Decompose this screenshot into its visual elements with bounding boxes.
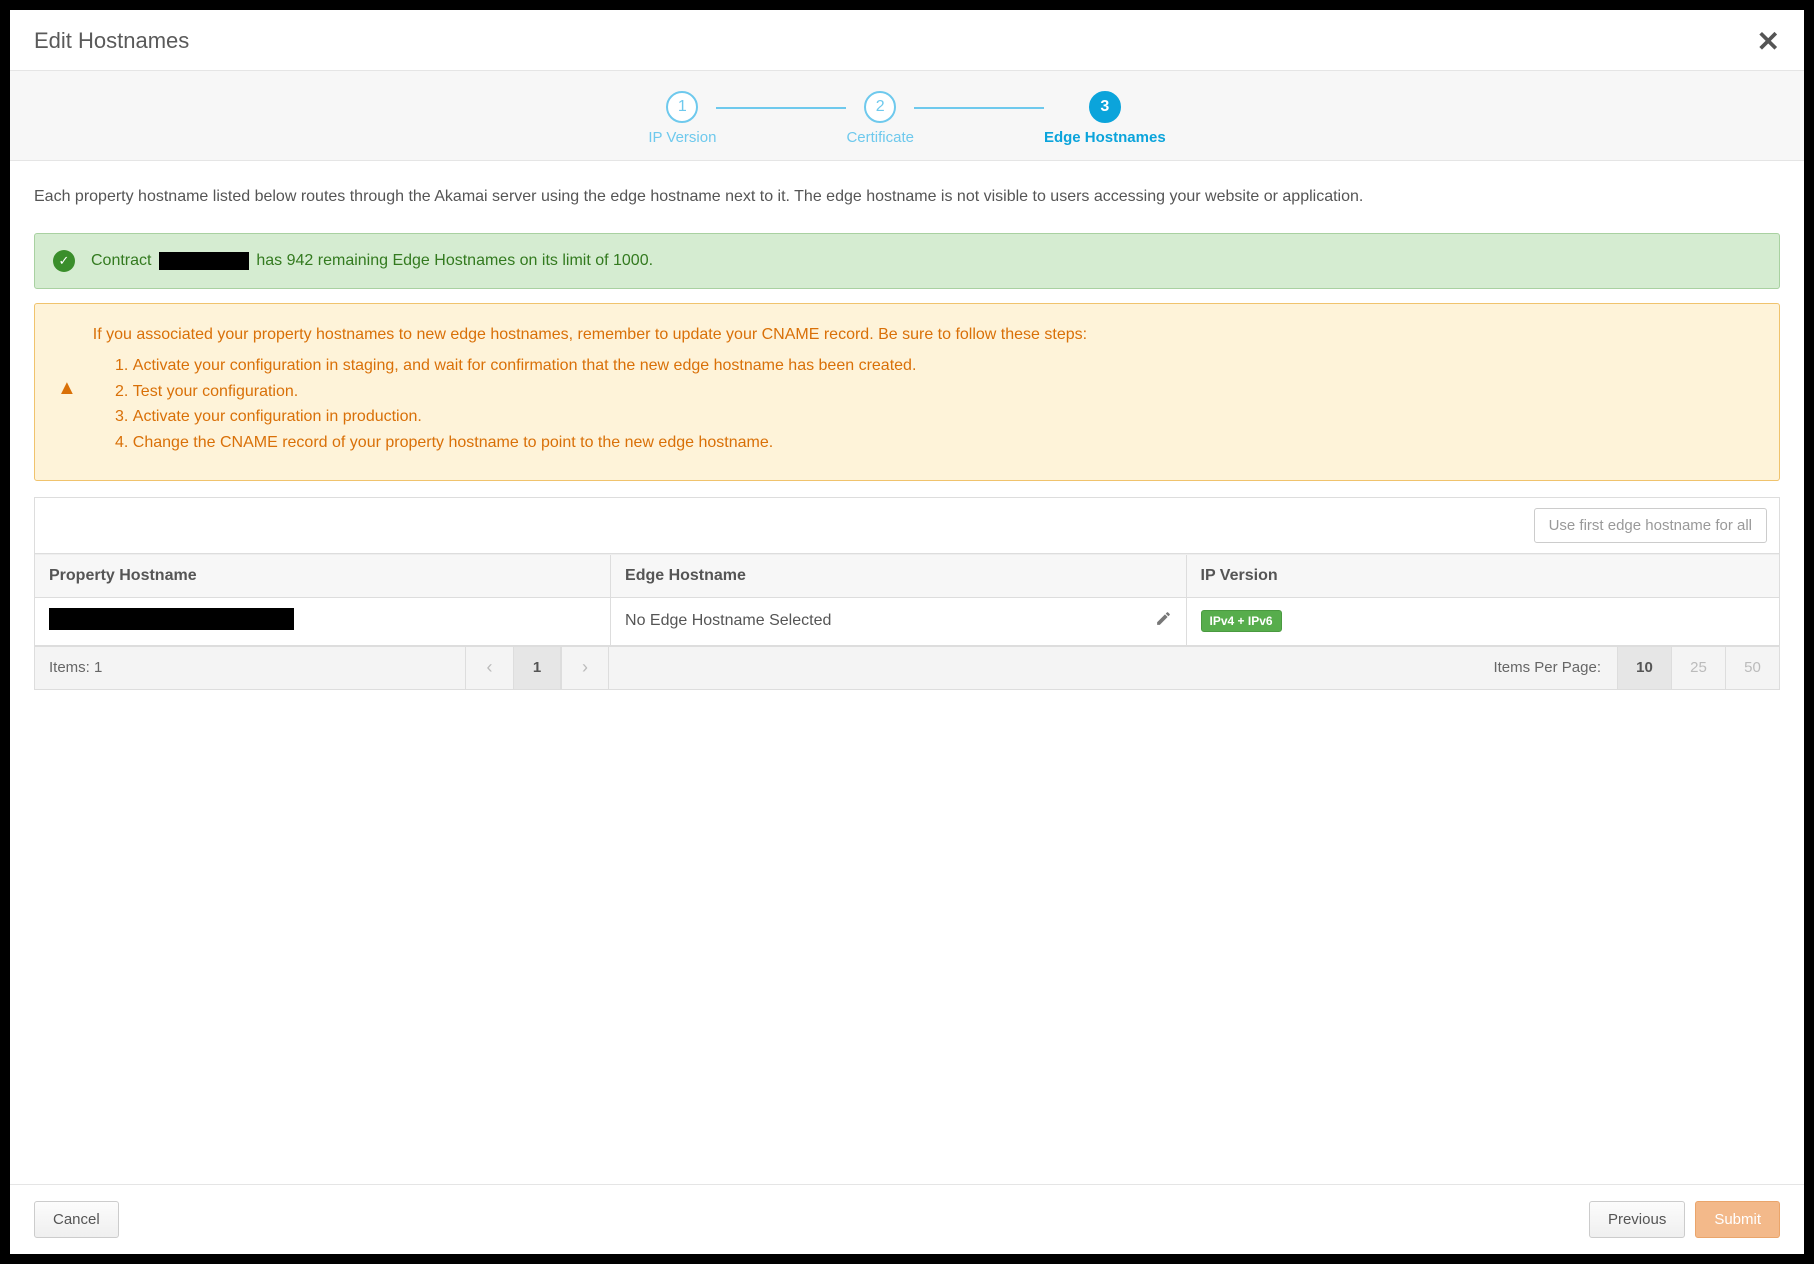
table-header-row: Property Hostname Edge Hostname IP Versi… [35,554,1779,597]
modal-header: Edit Hostnames ✕ [10,10,1804,71]
submit-button[interactable]: Submit [1695,1201,1780,1238]
step-connector [914,107,1044,109]
cancel-button[interactable]: Cancel [34,1201,119,1238]
items-count: Items: 1 [35,649,465,686]
modal-title: Edit Hostnames [34,28,189,54]
success-message: Contract has 942 remaining Edge Hostname… [91,248,1761,274]
step-label: Certificate [846,129,914,146]
close-button[interactable]: ✕ [1757,28,1780,56]
success-alert: ✓ Contract has 942 remaining Edge Hostna… [34,233,1780,289]
step-circle: 1 [666,91,698,123]
col-ip-version: IP Version [1186,554,1779,597]
success-prefix: Contract [91,252,151,269]
warning-step: Activate your configuration in staging, … [133,353,1757,379]
step-label: Edge Hostnames [1044,129,1166,146]
success-suffix: has 942 remaining Edge Hostnames on its … [256,252,653,269]
warning-steps-list: Activate your configuration in staging, … [133,353,1757,455]
cell-property-hostname [35,597,611,645]
cell-edge-hostname: No Edge Hostname Selected [611,597,1187,645]
warning-step: Change the CNAME record of your property… [133,430,1757,456]
table-toolbar: Use first edge hostname for all [35,498,1779,554]
step-certificate[interactable]: 2 Certificate [846,91,914,146]
warning-content: If you associated your property hostname… [93,322,1757,456]
warning-lead: If you associated your property hostname… [93,322,1757,348]
chevron-left-icon: ‹ [487,657,493,678]
step-circle: 2 [864,91,896,123]
per-page-50[interactable]: 50 [1725,647,1779,689]
ip-version-badge: IPv4 + IPv6 [1201,610,1282,632]
redacted-hostname [49,608,294,630]
per-page-10[interactable]: 10 [1617,647,1671,689]
table-row: No Edge Hostname Selected IPv4 + IPv6 [35,597,1779,645]
warning-step: Activate your configuration in productio… [133,404,1757,430]
step-label: IP Version [648,129,716,146]
per-page-label: Items Per Page: [1477,659,1617,676]
step-edge-hostnames[interactable]: 3 Edge Hostnames [1044,91,1166,146]
step-circle: 3 [1089,91,1121,123]
col-property-hostname: Property Hostname [35,554,611,597]
step-ip-version[interactable]: 1 IP Version [648,91,716,146]
edge-hostname-value: No Edge Hostname Selected [625,612,831,630]
warning-icon: ▲ [57,377,77,400]
edit-hostnames-modal: Edit Hostnames ✕ 1 IP Version 2 Certific… [10,10,1804,1254]
step-connector [716,107,846,109]
use-first-edge-button[interactable]: Use first edge hostname for all [1534,508,1767,543]
next-page-button[interactable]: › [561,647,609,689]
col-edge-hostname: Edge Hostname [611,554,1187,597]
previous-button[interactable]: Previous [1589,1201,1685,1238]
wizard-stepper: 1 IP Version 2 Certificate 3 Edge Hostna… [10,91,1804,146]
edit-icon[interactable] [1155,610,1172,632]
modal-body: Each property hostname listed below rout… [10,161,1804,1184]
warning-alert: ▲ If you associated your property hostna… [34,303,1780,481]
modal-footer: Cancel Previous Submit [10,1184,1804,1254]
page-number[interactable]: 1 [513,647,561,689]
per-page-controls: Items Per Page: 10 25 50 [1477,647,1779,689]
table-footer: Items: 1 ‹ 1 › Items Per Page: 10 25 50 [35,646,1779,689]
check-icon: ✓ [53,250,75,272]
hostnames-table: Property Hostname Edge Hostname IP Versi… [35,554,1779,646]
prev-page-button[interactable]: ‹ [465,647,513,689]
redacted-contract-id [159,252,249,270]
cell-ip-version: IPv4 + IPv6 [1186,597,1779,645]
hostnames-table-container: Use first edge hostname for all Property… [34,497,1780,690]
close-icon: ✕ [1757,26,1780,57]
pager: ‹ 1 › [465,647,609,689]
warning-step: Test your configuration. [133,379,1757,405]
intro-text: Each property hostname listed below rout… [34,185,1780,209]
per-page-25[interactable]: 25 [1671,647,1725,689]
stepper-bar: 1 IP Version 2 Certificate 3 Edge Hostna… [10,71,1804,161]
chevron-right-icon: › [582,657,588,678]
